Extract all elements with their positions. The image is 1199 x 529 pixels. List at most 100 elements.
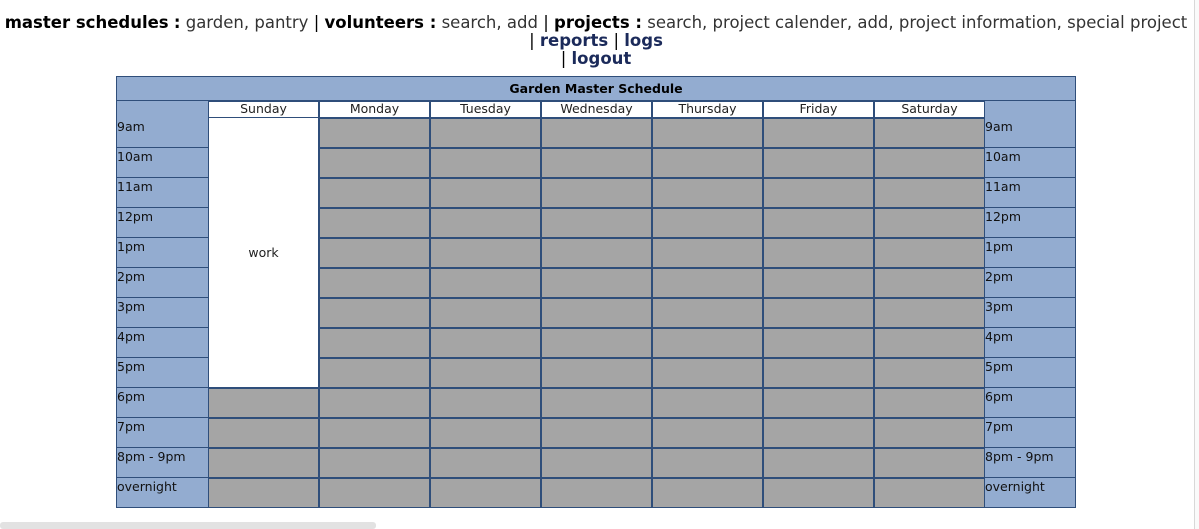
- schedule-slot[interactable]: [874, 418, 985, 448]
- schedule-slot[interactable]: [874, 268, 985, 298]
- nav-link-logs[interactable]: logs: [624, 31, 663, 50]
- schedule-slot[interactable]: [319, 148, 430, 178]
- schedule-slot[interactable]: [430, 448, 541, 478]
- schedule-slot[interactable]: [208, 388, 319, 418]
- schedule-slot[interactable]: [763, 418, 874, 448]
- schedule-slot[interactable]: [874, 178, 985, 208]
- shift-block[interactable]: work: [208, 117, 319, 388]
- schedule-slot[interactable]: [319, 478, 430, 508]
- schedule-slot[interactable]: [319, 238, 430, 268]
- schedule-slot[interactable]: [763, 448, 874, 478]
- horizontal-scrollbar[interactable]: [0, 522, 376, 529]
- schedule-slot[interactable]: [652, 448, 763, 478]
- schedule-slot[interactable]: [874, 238, 985, 268]
- schedule-slot[interactable]: [319, 418, 430, 448]
- nav-link-garden[interactable]: garden: [186, 13, 244, 32]
- schedule-slot[interactable]: [763, 298, 874, 328]
- schedule-slot[interactable]: [652, 118, 763, 148]
- schedule-slot[interactable]: [430, 268, 541, 298]
- schedule-slot[interactable]: [541, 298, 652, 328]
- schedule-slot[interactable]: [874, 118, 985, 148]
- schedule-slot[interactable]: [763, 358, 874, 388]
- schedule-slot[interactable]: [319, 358, 430, 388]
- schedule-slot[interactable]: [208, 448, 319, 478]
- schedule-slot[interactable]: [319, 208, 430, 238]
- schedule-slot[interactable]: [874, 148, 985, 178]
- nav-link-logout[interactable]: logout: [572, 49, 632, 68]
- schedule-slot[interactable]: [319, 298, 430, 328]
- schedule-slot[interactable]: [874, 358, 985, 388]
- schedule-slot[interactable]: [430, 358, 541, 388]
- schedule-slot[interactable]: [763, 208, 874, 238]
- schedule-slot[interactable]: [652, 478, 763, 508]
- schedule-slot[interactable]: [652, 268, 763, 298]
- schedule-slot[interactable]: [763, 238, 874, 268]
- schedule-slot[interactable]: [874, 478, 985, 508]
- schedule-slot[interactable]: [541, 478, 652, 508]
- schedule-slot[interactable]: [541, 418, 652, 448]
- nav-link-volunteer-add[interactable]: add: [507, 13, 538, 32]
- schedule-slot[interactable]: [652, 208, 763, 238]
- schedule-slot[interactable]: [430, 478, 541, 508]
- schedule-slot[interactable]: [874, 208, 985, 238]
- schedule-slot[interactable]: [541, 328, 652, 358]
- schedule-slot[interactable]: [208, 478, 319, 508]
- schedule-slot[interactable]: [652, 178, 763, 208]
- schedule-slot[interactable]: [430, 418, 541, 448]
- schedule-slot[interactable]: [319, 118, 430, 148]
- schedule-slot[interactable]: [430, 238, 541, 268]
- schedule-slot[interactable]: [430, 118, 541, 148]
- schedule-slot[interactable]: [430, 178, 541, 208]
- time-label-right: 4pm: [985, 328, 1076, 358]
- nav-link-project-calender[interactable]: project calender: [713, 13, 847, 32]
- schedule-slot[interactable]: [874, 298, 985, 328]
- schedule-slot[interactable]: [319, 268, 430, 298]
- vertical-scrollbar[interactable]: [1194, 0, 1199, 529]
- schedule-slot[interactable]: [430, 208, 541, 238]
- schedule-slot[interactable]: [763, 478, 874, 508]
- schedule-slot[interactable]: [652, 238, 763, 268]
- schedule-slot[interactable]: [541, 268, 652, 298]
- schedule-slot[interactable]: [430, 148, 541, 178]
- schedule-slot[interactable]: [319, 388, 430, 418]
- schedule-slot[interactable]: [763, 268, 874, 298]
- schedule-slot[interactable]: [430, 388, 541, 418]
- schedule-slot[interactable]: [541, 208, 652, 238]
- schedule-slot[interactable]: [319, 328, 430, 358]
- schedule-slot[interactable]: [652, 388, 763, 418]
- schedule-slot[interactable]: [652, 298, 763, 328]
- schedule-slot[interactable]: [652, 328, 763, 358]
- schedule-slot[interactable]: [652, 418, 763, 448]
- nav-link-reports[interactable]: reports: [540, 31, 608, 50]
- time-label-right: overnight: [985, 478, 1076, 508]
- schedule-slot[interactable]: [652, 148, 763, 178]
- schedule-slot[interactable]: [763, 388, 874, 418]
- time-label-left: 12pm: [117, 208, 208, 238]
- schedule-slot[interactable]: [541, 118, 652, 148]
- nav-link-special-project[interactable]: special project: [1067, 13, 1187, 32]
- schedule-slot[interactable]: [874, 328, 985, 358]
- schedule-slot[interactable]: [319, 178, 430, 208]
- nav-link-project-add[interactable]: add: [857, 13, 888, 32]
- schedule-slot[interactable]: [763, 118, 874, 148]
- schedule-slot[interactable]: [874, 388, 985, 418]
- nav-link-project-information[interactable]: project information: [899, 13, 1057, 32]
- schedule-slot[interactable]: [541, 388, 652, 418]
- schedule-slot[interactable]: [430, 328, 541, 358]
- nav-link-pantry[interactable]: pantry: [254, 13, 308, 32]
- schedule-slot[interactable]: [541, 238, 652, 268]
- schedule-slot[interactable]: [874, 448, 985, 478]
- schedule-slot[interactable]: [430, 298, 541, 328]
- nav-link-project-search[interactable]: search: [647, 13, 702, 32]
- schedule-slot[interactable]: [652, 358, 763, 388]
- schedule-slot[interactable]: [541, 358, 652, 388]
- schedule-slot[interactable]: [208, 418, 319, 448]
- schedule-slot[interactable]: [541, 448, 652, 478]
- schedule-slot[interactable]: [541, 178, 652, 208]
- schedule-slot[interactable]: [319, 448, 430, 478]
- schedule-slot[interactable]: [763, 178, 874, 208]
- schedule-slot[interactable]: [763, 148, 874, 178]
- schedule-slot[interactable]: [541, 148, 652, 178]
- schedule-slot[interactable]: [763, 328, 874, 358]
- nav-link-volunteer-search[interactable]: search: [442, 13, 497, 32]
